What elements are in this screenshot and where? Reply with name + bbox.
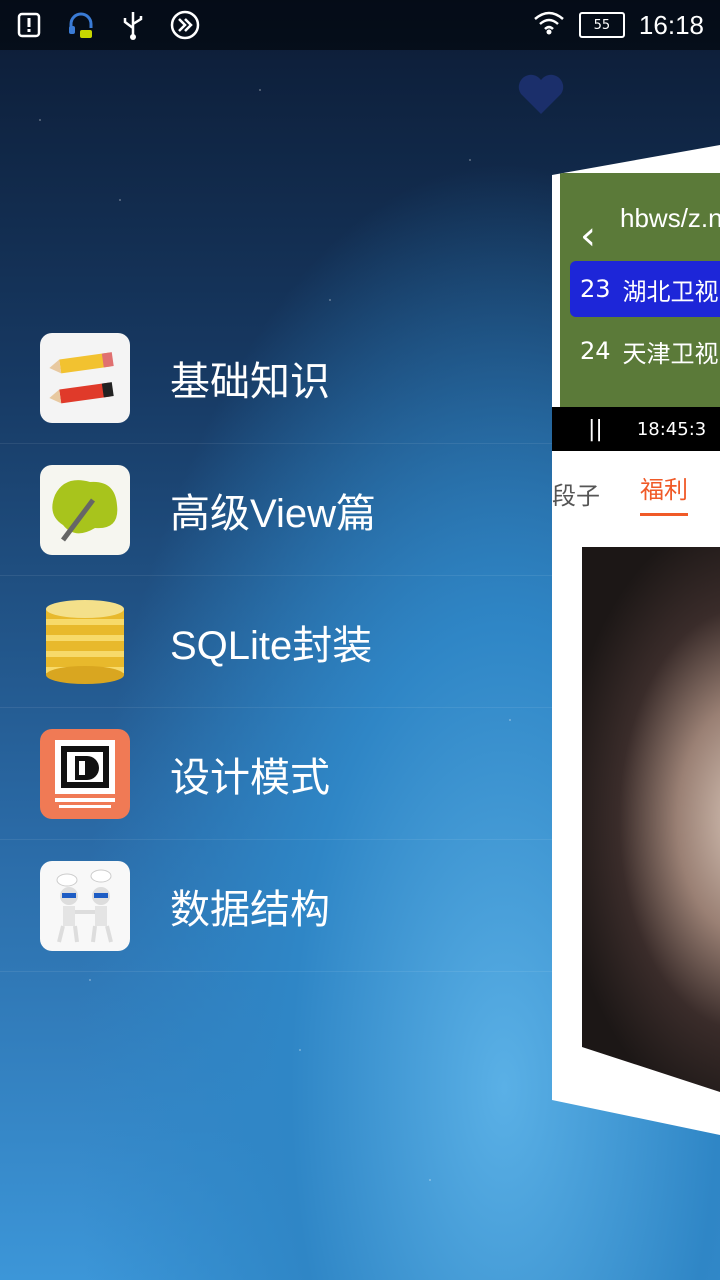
player-time: 18:45:3 (636, 418, 707, 440)
battery-indicator: 55 (578, 12, 625, 38)
channel-name: 天津卫视 (622, 339, 719, 368)
menu-item-basics[interactable]: 基础知识 (0, 312, 552, 444)
menu-label: 基础知识 (170, 359, 330, 404)
square-d-icon (40, 728, 130, 819)
robots-icon (40, 860, 130, 951)
channel-row[interactable]: 23 湖北卫视 (570, 261, 720, 317)
pencils-icon (40, 332, 130, 423)
menu-item-sqlite[interactable]: SQLite封装 (0, 576, 552, 708)
side-menu: 基础知识 高级View篇 SQLite封装 设计模式 数据结构 (0, 312, 552, 972)
channel-row[interactable]: 24 天津卫视 (570, 323, 720, 379)
channel-number: 23 (580, 275, 611, 303)
menu-item-data-structures[interactable]: 数据结构 (0, 840, 552, 972)
channel-name: 湖北卫视 (622, 277, 719, 306)
pause-icon[interactable]: || (588, 417, 603, 442)
video-player[interactable]: ‹ hbws/z.n 23 湖北卫视 24 天津卫视 (560, 173, 720, 443)
tab-welfare[interactable]: 福利 (640, 470, 688, 516)
tab-jokes[interactable]: 段子 (552, 476, 600, 511)
database-icon (40, 597, 130, 687)
headset-icon (66, 10, 96, 40)
heart-icon[interactable] (516, 72, 566, 116)
player-control-bar: || 18:45:3 (552, 407, 720, 451)
fast-forward-icon (170, 10, 200, 40)
battery-level: 55 (593, 17, 611, 33)
menu-item-design-patterns[interactable]: 设计模式 (0, 708, 552, 840)
menu-label: SQLite封装 (170, 623, 373, 668)
tab-bar: 段子 福利 (552, 463, 720, 523)
photo-image[interactable] (582, 547, 720, 1092)
channel-number: 24 (580, 337, 611, 365)
clock: 16:18 (638, 9, 704, 40)
video-url: hbws/z.n (620, 203, 720, 233)
back-arrow-icon[interactable]: ‹ (580, 213, 596, 259)
menu-label: 数据结构 (170, 887, 330, 932)
menu-item-advanced-view[interactable]: 高级View篇 (0, 444, 552, 576)
menu-label: 高级View篇 (170, 491, 376, 536)
paint-icon (40, 464, 130, 555)
usb-icon (118, 10, 148, 40)
main-content-preview[interactable]: ‹ hbws/z.n 23 湖北卫视 24 天津卫视 || 18:45:3 段子… (552, 145, 720, 1135)
menu-label: 设计模式 (170, 755, 330, 800)
alert-icon (14, 10, 44, 40)
wifi-icon (533, 11, 565, 39)
status-bar: 55 16:18 (0, 0, 720, 50)
